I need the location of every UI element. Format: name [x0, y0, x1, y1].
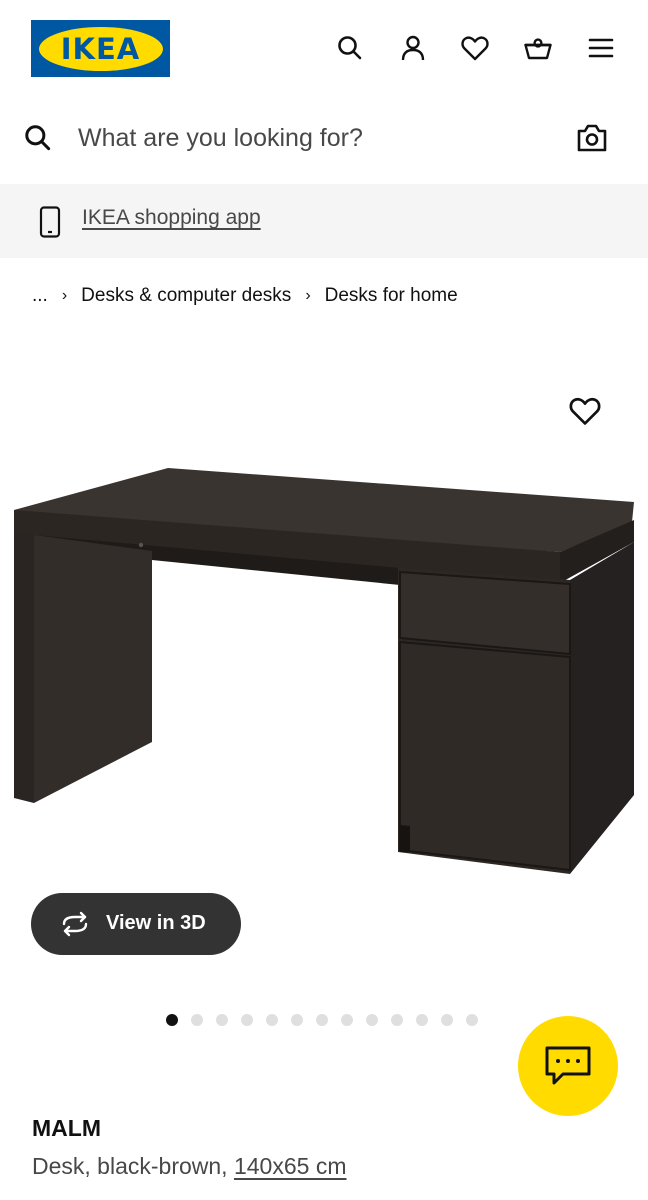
- add-to-favorites-heart-icon[interactable]: [567, 394, 603, 428]
- gallery-pagination: [166, 1014, 491, 1028]
- product-type-color: Desk, black-brown,: [32, 1153, 234, 1179]
- view-in-3d-button[interactable]: View in 3D: [31, 893, 241, 955]
- gallery-dot[interactable]: [166, 1014, 178, 1026]
- breadcrumb-desks-for-home[interactable]: Desks for home: [325, 285, 458, 307]
- product-name: MALM: [32, 1115, 101, 1141]
- menu-icon[interactable]: [583, 30, 619, 66]
- gallery-dot[interactable]: [391, 1014, 403, 1026]
- account-icon[interactable]: [395, 30, 431, 66]
- ikea-logo[interactable]: IKEA: [31, 20, 170, 77]
- logo-oval: IKEA: [38, 26, 163, 71]
- search-icon[interactable]: [22, 122, 54, 154]
- breadcrumb: ... › Desks & computer desks › Desks for…: [32, 283, 458, 309]
- app-banner: IKEA shopping app: [0, 184, 648, 258]
- gallery-dot[interactable]: [466, 1014, 478, 1026]
- gallery-dot[interactable]: [441, 1014, 453, 1026]
- shopping-app-link[interactable]: IKEA shopping app: [82, 206, 261, 230]
- search-bar: [0, 100, 648, 180]
- gallery-dot[interactable]: [341, 1014, 353, 1026]
- gallery-dot[interactable]: [416, 1014, 428, 1026]
- product-dimensions-link[interactable]: 140x65 cm: [234, 1153, 347, 1179]
- site-header: IKEA: [0, 0, 648, 96]
- breadcrumb-separator: ›: [305, 287, 311, 304]
- rotate-3d-icon: [62, 911, 88, 937]
- basket-icon[interactable]: [520, 30, 556, 66]
- camera-search-icon[interactable]: [574, 120, 610, 156]
- gallery-dot[interactable]: [291, 1014, 303, 1026]
- logo-text: IKEA: [60, 31, 141, 66]
- breadcrumb-separator: ›: [61, 287, 68, 304]
- heart-icon[interactable]: [457, 30, 493, 66]
- gallery-dot[interactable]: [366, 1014, 378, 1026]
- chat-button[interactable]: [518, 1016, 618, 1116]
- product-description: Desk, black-brown, 140x65 cm: [32, 1153, 346, 1180]
- search-input[interactable]: [78, 116, 548, 160]
- phone-icon: [39, 206, 61, 238]
- gallery-dot[interactable]: [216, 1014, 228, 1026]
- breadcrumb-desks-computer-desks[interactable]: Desks & computer desks: [81, 285, 291, 307]
- chat-bubble-icon: [545, 1046, 591, 1085]
- breadcrumb-ellipsis[interactable]: ...: [32, 285, 48, 307]
- gallery-dot[interactable]: [191, 1014, 203, 1026]
- product-image-desk[interactable]: [0, 450, 648, 890]
- view-in-3d-label: View in 3D: [106, 912, 206, 934]
- gallery-dot[interactable]: [241, 1014, 253, 1026]
- gallery-dot[interactable]: [316, 1014, 328, 1026]
- search-icon[interactable]: [332, 30, 368, 66]
- gallery-dot[interactable]: [266, 1014, 278, 1026]
